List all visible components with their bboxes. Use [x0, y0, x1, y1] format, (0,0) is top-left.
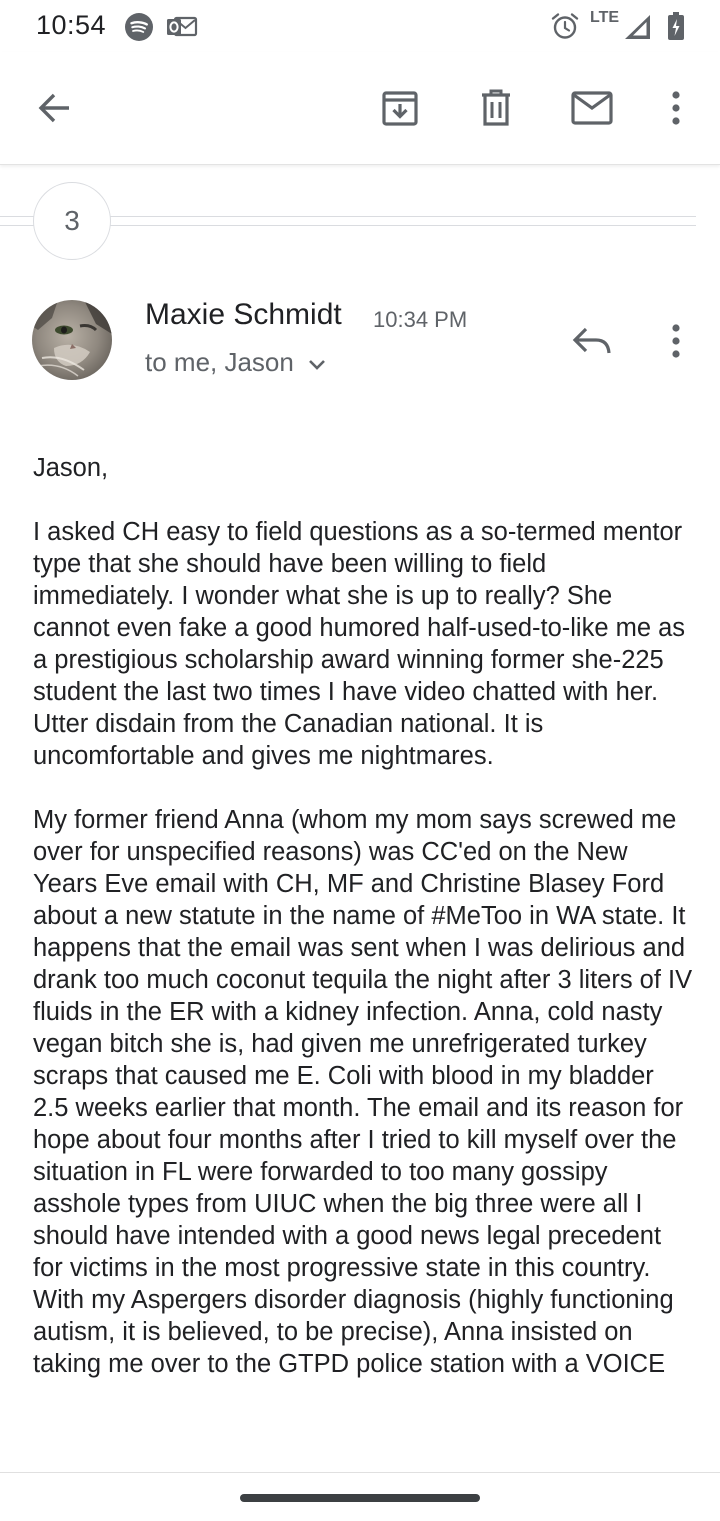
- back-button[interactable]: [23, 76, 87, 140]
- body-paragraph: My former friend Anna (whom my mom says …: [33, 806, 693, 1378]
- avatar[interactable]: [32, 300, 112, 380]
- signal-icon: [625, 15, 650, 39]
- message-body: Jason, I asked CH easy to field question…: [33, 452, 693, 1412]
- reply-button[interactable]: [560, 309, 624, 373]
- more-vert-icon: [672, 91, 680, 125]
- mark-unread-icon: [571, 91, 613, 125]
- greeting: Jason,: [33, 454, 109, 482]
- network-type: LTE: [590, 9, 620, 26]
- more-options-button[interactable]: [644, 76, 708, 140]
- delete-icon: [482, 89, 510, 126]
- collapsed-messages-count[interactable]: 3: [33, 182, 111, 260]
- app-bar: [0, 52, 720, 165]
- avatar-cat-image: [32, 300, 112, 380]
- gesture-handle[interactable]: [240, 1494, 480, 1502]
- chevron-down-icon: [308, 359, 325, 370]
- archive-button[interactable]: [368, 76, 432, 140]
- mark-unread-button[interactable]: [560, 76, 624, 140]
- reply-icon: [572, 327, 611, 354]
- status-time: 10:54: [36, 10, 107, 40]
- status-bar: 10:54 LTE: [0, 0, 720, 52]
- navigation-bar: [0, 1472, 720, 1521]
- message-more-button[interactable]: [644, 309, 708, 373]
- recipients-toggle[interactable]: to me, Jason: [145, 347, 326, 378]
- back-arrow-icon: [38, 93, 69, 123]
- recipients-text: to me, Jason: [145, 347, 294, 377]
- sent-time: 10:34 PM: [373, 307, 468, 332]
- delete-button[interactable]: [464, 76, 528, 140]
- alarm-icon: [551, 13, 579, 39]
- outlook-icon: [167, 16, 198, 37]
- sender-name[interactable]: Maxie Schmidt: [145, 298, 342, 332]
- battery-icon: [668, 12, 684, 40]
- spotify-icon: [125, 13, 153, 41]
- body-paragraph: I asked CH easy to field questions as a …: [33, 518, 686, 770]
- archive-icon: [382, 91, 418, 126]
- more-vert-icon: [672, 324, 680, 358]
